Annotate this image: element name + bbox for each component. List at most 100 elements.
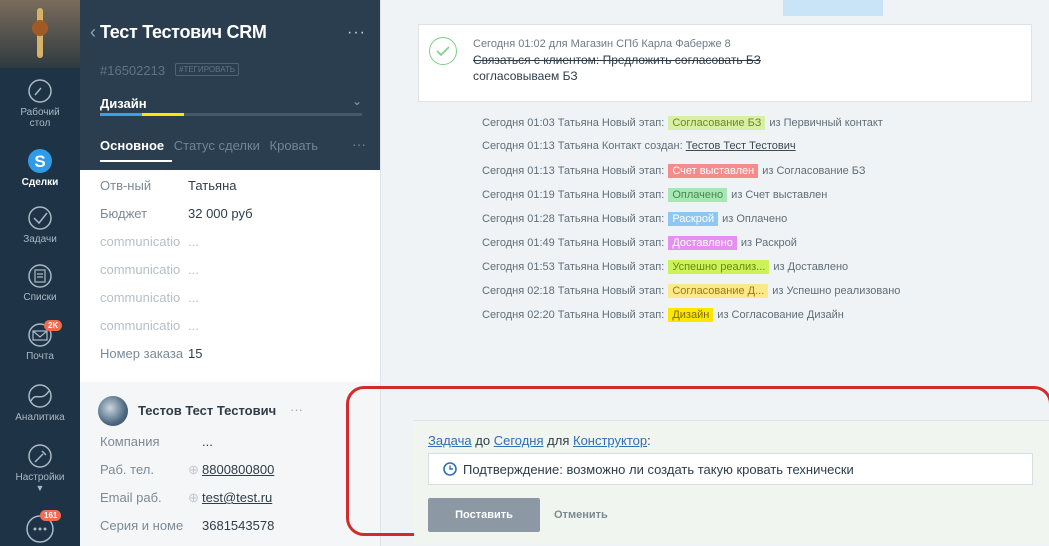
tabs-more-icon[interactable]: ···: [352, 136, 366, 152]
dashboard-gauge-icon: [28, 79, 52, 103]
tab-bed[interactable]: Кровать: [270, 138, 318, 153]
back-chevron-icon[interactable]: ‹: [90, 22, 96, 43]
add-phone-icon[interactable]: ⊕: [188, 462, 202, 478]
deal-title[interactable]: Тест Тестович CRM: [100, 22, 267, 43]
task-meta-line: Задача до Сегодня для Конструктор:: [428, 433, 651, 448]
event-row: Сегодня 01:49 Татьяна Новый этап: Доставл…: [482, 236, 797, 250]
stage-badge: Успешно реализ...: [668, 260, 770, 274]
event-prefix: Сегодня 01:13 Татьяна Новый этап:: [482, 165, 665, 177]
field-value[interactable]: 15: [188, 346, 202, 361]
task-when-prefix: до: [475, 433, 491, 448]
event-suffix: из Успешно реализовано: [772, 285, 901, 297]
nav-item-mail[interactable]: Почта: [0, 322, 80, 362]
pipeline-select[interactable]: Дизайн: [100, 96, 147, 111]
contact-field-company[interactable]: Компания...: [100, 434, 213, 449]
note-header: Сегодня 01:02 для Магазин СПб Карла Фабе…: [473, 38, 731, 50]
tab-main[interactable]: Основное: [100, 138, 164, 153]
contact-link[interactable]: Тестов Тест Тестович: [686, 140, 796, 152]
nav-label-dashboard-2: стол: [29, 118, 51, 129]
contact-field-passport[interactable]: Серия и номе 3681543578: [100, 518, 274, 533]
svg-text:S: S: [34, 152, 45, 171]
field-label: communicatio: [100, 262, 181, 277]
task-due-link[interactable]: Сегодня: [494, 433, 544, 448]
clock-icon: [443, 462, 457, 476]
previous-stage-pill: [783, 0, 883, 16]
field-value[interactable]: ...: [188, 234, 199, 249]
account-logo[interactable]: [0, 0, 80, 68]
active-tab-underline: [100, 160, 172, 162]
field-value[interactable]: ...: [188, 262, 199, 277]
nav-label-analytics: Аналитика: [15, 412, 65, 423]
event-row: Сегодня 01:13 Татьяна Новый этап: Счет вы…: [482, 164, 866, 178]
tasks-check-icon: [28, 206, 52, 230]
contact-name[interactable]: Тестов Тест Тестович: [138, 403, 276, 418]
field-responsible[interactable]: Отв-ный Татьяна: [100, 178, 236, 193]
field-label: communicatio: [100, 290, 181, 305]
event-suffix: из Согласование Дизайн: [717, 309, 844, 321]
event-prefix: Сегодня 01:03 Татьяна Новый этап:: [482, 117, 665, 129]
nav-chat-button[interactable]: [0, 514, 80, 546]
stage-progress-bar: [100, 113, 362, 116]
event-row: Сегодня 01:13 Татьяна Контакт создан: Те…: [482, 140, 796, 152]
nav-item-settings[interactable]: Настройки ▼: [0, 443, 80, 493]
task-text-input[interactable]: Подтверждение: возможно ли создать такую…: [428, 453, 1033, 485]
deal-tabs: Основное Статус сделки Кровать: [100, 138, 324, 153]
nav-item-analytics[interactable]: Аналитика: [0, 383, 80, 423]
tag-button[interactable]: #ТЕГИРОВАТЬ: [175, 63, 240, 76]
task-text[interactable]: Подтверждение: возможно ли создать такую…: [463, 462, 854, 477]
event-prefix: Сегодня 01:49 Татьяна Новый этап:: [482, 237, 665, 249]
completed-check-icon: [429, 37, 457, 65]
contact-field-work-phone[interactable]: Раб. тел. ⊕ 8800800800: [100, 462, 274, 478]
stage-badge: Согласование БЗ: [668, 116, 766, 130]
set-task-button[interactable]: Поставить: [428, 498, 540, 532]
contact-field-work-email[interactable]: Email раб. ⊕ test@test.ru: [100, 490, 272, 506]
event-row: Сегодня 02:18 Татьяна Новый этап: Согласо…: [482, 284, 900, 298]
deal-id: #16502213: [100, 63, 166, 78]
event-row: Сегодня 01:19 Татьяна Новый этап: Оплачен…: [482, 188, 827, 202]
left-nav: Рабочий стол S Сделки Задачи Списки Почт…: [0, 0, 80, 546]
field-value[interactable]: ...: [188, 290, 199, 305]
event-suffix: из Счет выставлен: [731, 189, 828, 201]
task-colon: :: [647, 433, 651, 448]
field-communication-2[interactable]: communicatio...: [100, 262, 199, 277]
nav-label-dashboard-1: Рабочий: [20, 107, 60, 118]
field-label: Бюджет: [100, 206, 148, 221]
note-result: согласовываем БЗ: [473, 69, 578, 83]
deal-menu-more-icon[interactable]: ···: [347, 24, 366, 42]
event-prefix: Сегодня 01:13 Татьяна Контакт создан:: [482, 140, 683, 152]
stage-badge: Оплачено: [668, 188, 728, 202]
email-link[interactable]: test@test.ru: [202, 490, 272, 505]
nav-item-deals[interactable]: S Сделки: [0, 148, 80, 188]
nav-label-lists: Списки: [23, 292, 57, 303]
field-communication-4[interactable]: communicatio...: [100, 318, 199, 333]
phone-link[interactable]: 8800800800: [202, 462, 274, 477]
nav-item-dashboard[interactable]: Рабочий стол: [0, 78, 80, 129]
contact-more-icon[interactable]: ···: [290, 402, 303, 417]
field-value[interactable]: ...: [188, 318, 199, 333]
contact-block: Тестов Тест Тестович ··· Компания... Раб…: [80, 382, 380, 546]
field-value[interactable]: ...: [202, 434, 213, 449]
field-communication-3[interactable]: communicatio...: [100, 290, 199, 305]
field-label: communicatio: [100, 234, 181, 249]
pipeline-chevron-down-icon[interactable]: ⌄: [352, 94, 362, 108]
field-value[interactable]: 32 000 руб: [188, 206, 253, 221]
add-email-icon[interactable]: ⊕: [188, 490, 202, 506]
field-value[interactable]: 3681543578: [202, 518, 274, 533]
nav-item-tasks[interactable]: Задачи: [0, 205, 80, 245]
cancel-task-button[interactable]: Отменить: [554, 498, 608, 532]
task-assignee-link[interactable]: Конструктор: [573, 433, 647, 448]
event-prefix: Сегодня 01:19 Татьяна Новый этап:: [482, 189, 665, 201]
tab-deal-status[interactable]: Статус сделки: [174, 138, 260, 153]
mail-count-badge: 2K: [44, 320, 63, 331]
event-row: Сегодня 01:53 Татьяна Новый этап: Успешно…: [482, 260, 848, 274]
field-budget[interactable]: Бюджет 32 000 руб: [100, 206, 253, 221]
analytics-icon: [28, 384, 52, 408]
event-row: Сегодня 02:20 Татьяна Новый этап: Дизайн и…: [482, 308, 844, 322]
field-communication-1[interactable]: communicatio...: [100, 234, 199, 249]
field-order-number[interactable]: Номер заказа 15: [100, 346, 202, 361]
field-value[interactable]: Татьяна: [188, 178, 236, 193]
nav-item-lists[interactable]: Списки: [0, 263, 80, 303]
nav-expand-icon[interactable]: ▼: [0, 483, 80, 493]
field-label: Номер заказа: [100, 346, 184, 361]
task-type-link[interactable]: Задача: [428, 433, 472, 448]
